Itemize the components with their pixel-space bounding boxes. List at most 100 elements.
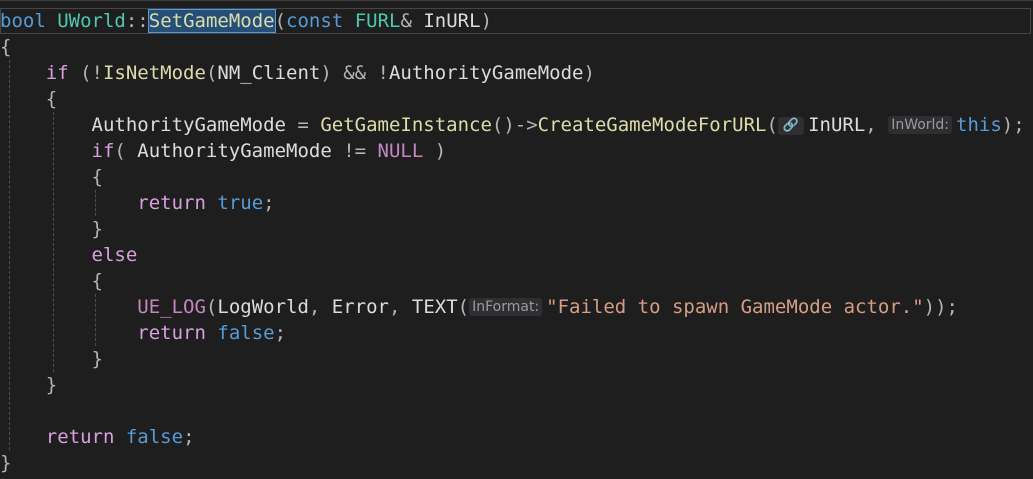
punctuation-token: = [285,114,321,136]
punctuation-token: { [45,88,58,110]
control-keyword-token: return [45,426,115,448]
control-keyword-token: if [45,62,69,84]
function-token: CreateGameModeForURL [537,114,767,136]
code-line[interactable]: } [0,346,1033,372]
control-keyword-token: else [91,244,138,266]
punctuation-token: ) [583,62,595,84]
punctuation-token: ; [263,192,275,214]
keyword-token: bool [0,10,46,32]
punctuation-token: } [0,452,12,474]
punctuation-token: } [91,348,103,370]
keyword-token: const [286,10,344,32]
code-line[interactable]: { [0,34,1033,60]
type-token: FURL [354,10,401,32]
code-line[interactable]: return true; [0,190,1033,216]
editor-top-border [0,0,1033,1]
code-line[interactable]: else [0,242,1033,268]
code-line[interactable]: UE_LOG(LogWorld, Error, TEXT(InFormat: "F… [0,294,1033,320]
punctuation-token: { [91,166,103,188]
code-line[interactable]: } [0,450,1033,476]
keyword-token: false [125,426,184,448]
code-line[interactable]: { [0,268,1033,294]
identifier-token: TEXT [411,296,458,318]
punctuation-token: ( [766,114,778,136]
parameter-hint[interactable]: InWorld: [888,116,953,134]
identifier-token: Error [331,296,389,318]
member-variable-token: AuthorityGameMode [91,114,286,136]
punctuation-token [206,192,217,214]
selected-function-name: SetGameMode [147,9,276,33]
code-line[interactable]: } [0,372,1033,398]
punctuation-token: ( [114,140,138,162]
identifier-token: NM_Client [217,62,321,84]
code-lines[interactable]: bool UWorld::SetGameMode(const FURL& InU… [0,8,1033,476]
code-line[interactable]: AuthorityGameMode = GetGameInstance()->C… [0,112,1033,138]
punctuation-token: ( [205,296,218,318]
punctuation-token: { [91,270,103,292]
link-icon[interactable]: 🔗 [777,117,805,135]
punctuation-token: ; [183,426,195,448]
parameter-hint[interactable]: InFormat: [469,298,543,316]
member-variable-token: AuthorityGameMode [388,62,584,84]
punctuation-token: :: [125,10,149,32]
code-editor[interactable]: bool UWorld::SetGameMode(const FURL& InU… [0,0,1033,479]
punctuation-token: ); [1001,114,1025,136]
identifier-token: LogWorld [217,296,309,318]
punctuation-token: ( [274,10,287,32]
punctuation-token: ()-> [491,114,538,136]
code-line[interactable]: { [0,86,1033,112]
keyword-token: this [956,114,1002,136]
punctuation-token: ; [274,322,287,344]
code-line[interactable] [0,398,1033,424]
punctuation-token: )); [923,296,958,318]
punctuation-token: ) && ! [320,62,389,84]
punctuation-token: ( [457,296,470,318]
keyword-token: true [217,192,264,214]
punctuation-token [206,322,217,344]
control-keyword-token: return [137,322,206,344]
macro-token: UE_LOG [137,296,206,318]
punctuation-token: { [0,36,12,58]
code-line[interactable]: if( AuthorityGameMode != NULL ) [0,138,1033,164]
code-line[interactable]: bool UWorld::SetGameMode(const FURL& InU… [0,8,1033,34]
identifier-token: InURL [808,114,866,136]
punctuation-token: , [388,296,412,318]
punctuation-token: != [331,140,378,162]
identifier-token: InURL [423,10,481,32]
function-token: GetGameInstance [320,114,492,136]
code-line[interactable]: { [0,164,1033,190]
punctuation-token: ( [205,62,218,84]
null-macro-token: NULL [377,140,424,162]
code-line[interactable]: if (!IsNetMode(NM_Client) && !AuthorityG… [0,60,1033,86]
code-line[interactable]: return false; [0,320,1033,346]
punctuation-token: & [400,10,424,32]
string-literal-token: "Failed to spawn GameMode actor." [546,296,924,318]
class-token: UWorld [57,10,126,32]
control-keyword-token: return [137,192,206,214]
code-line[interactable]: return false; [0,424,1033,450]
punctuation-token [114,426,125,448]
punctuation-token: (! [68,62,103,84]
code-line[interactable]: } [0,216,1033,242]
punctuation-token: } [45,374,58,396]
punctuation-token: ) [480,10,493,32]
punctuation-token: , [308,296,332,318]
keyword-token: false [217,322,275,344]
member-variable-token: AuthorityGameMode [137,140,332,162]
punctuation-token: , [865,114,889,136]
